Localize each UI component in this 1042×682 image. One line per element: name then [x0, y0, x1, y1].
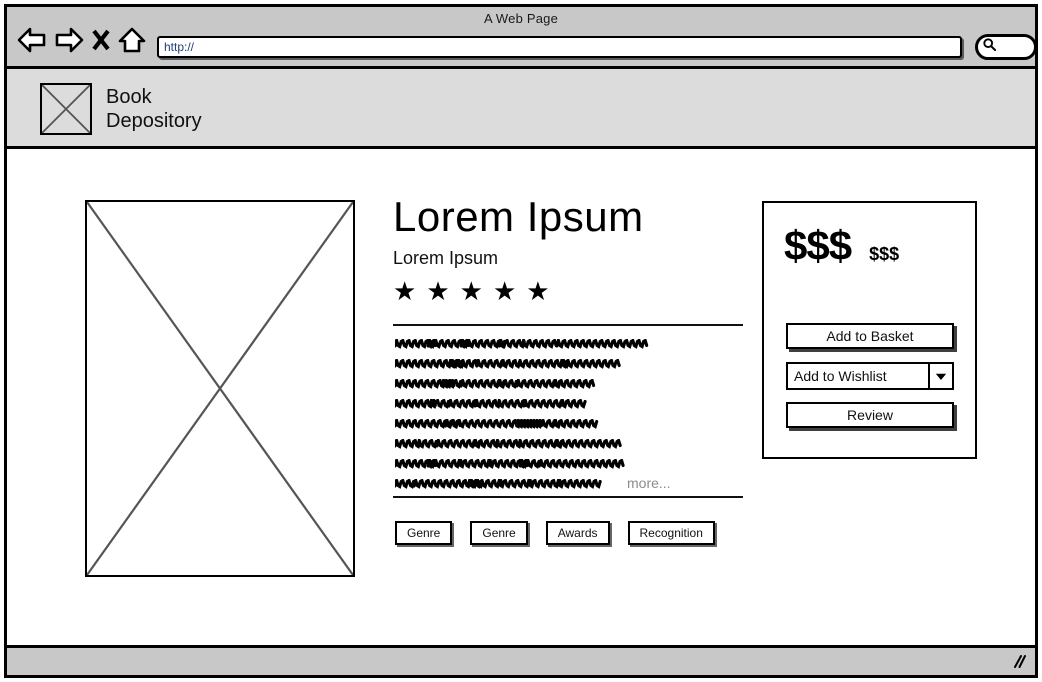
- product-subtitle: Lorem Ipsum: [393, 248, 499, 268]
- logo-placeholder-icon: [40, 83, 92, 135]
- add-to-wishlist-value: Add to Wishlist: [786, 362, 928, 390]
- more-link[interactable]: more...: [627, 475, 671, 491]
- star-icon[interactable]: ★: [426, 278, 449, 304]
- review-button[interactable]: Review: [786, 402, 954, 428]
- star-icon[interactable]: ★: [460, 278, 483, 304]
- brand[interactable]: Book Depository: [40, 83, 202, 135]
- back-arrow-icon[interactable]: [17, 27, 47, 53]
- scribble-text-line: [395, 359, 743, 369]
- purchase-panel: $$$ $$$ Add to Basket Add to Wishlist Re…: [762, 201, 977, 459]
- address-bar[interactable]: http://: [157, 36, 962, 58]
- divider-bottom: [393, 496, 743, 498]
- star-icon[interactable]: ★: [393, 278, 416, 304]
- price-previous: $$$: [869, 244, 900, 264]
- home-icon[interactable]: [118, 27, 146, 53]
- browser-search-box[interactable]: [975, 34, 1037, 60]
- book-cover-placeholder-icon: [85, 200, 355, 577]
- purchase-actions: Add to Basket Add to Wishlist Review: [786, 323, 954, 428]
- divider-top: [393, 324, 743, 326]
- window-title: A Web Page: [483, 11, 559, 26]
- search-icon: [983, 38, 997, 56]
- product-tags: Genre Genre Awards Recognition: [395, 521, 715, 545]
- star-icon[interactable]: ★: [526, 278, 549, 304]
- browser-nav-icons: [17, 27, 146, 53]
- product-page-body: Lorem Ipsum Lorem Ipsum ★ ★ ★ ★ ★ more... Ge…: [7, 149, 1035, 642]
- price-row: $$$ $$$: [784, 225, 899, 267]
- add-to-wishlist-dropdown[interactable]: Add to Wishlist: [786, 362, 954, 390]
- resize-grip-icon[interactable]: [1011, 653, 1027, 674]
- price-current: $$$: [784, 222, 852, 269]
- tag-button[interactable]: Awards: [545, 521, 610, 545]
- wireframe-mockup: A Web Page http:// Book Depository Lorem…: [0, 0, 1042, 682]
- product-title: Lorem Ipsum: [393, 193, 644, 240]
- brand-name: Book Depository: [106, 86, 202, 132]
- tag-button[interactable]: Genre: [395, 521, 453, 545]
- rating-stars[interactable]: ★ ★ ★ ★ ★: [393, 278, 745, 304]
- close-icon[interactable]: [91, 27, 111, 53]
- scribble-text-line: more...: [395, 475, 743, 491]
- tag-button[interactable]: Recognition: [627, 521, 715, 545]
- scribble-text-line: [395, 399, 743, 409]
- browser-chrome: A Web Page http://: [7, 7, 1037, 69]
- forward-arrow-icon[interactable]: [54, 27, 84, 53]
- product-description-scribble: more...: [395, 339, 743, 499]
- site-header: Book Depository Shop by Category search: [7, 69, 1035, 191]
- address-bar-value: http://: [164, 40, 195, 54]
- scribble-text-line: [395, 379, 743, 389]
- tag-button[interactable]: Genre: [470, 521, 528, 545]
- chevron-down-icon[interactable]: [928, 362, 954, 390]
- status-bar: [7, 645, 1035, 675]
- scribble-text-line: [395, 419, 743, 429]
- add-to-basket-button[interactable]: Add to Basket: [786, 323, 954, 349]
- scribble-text-line: [395, 439, 743, 449]
- browser-window: A Web Page http:// Book Depository Lorem…: [4, 4, 1038, 678]
- product-info: Lorem Ipsum Lorem Ipsum ★ ★ ★ ★ ★: [393, 193, 745, 304]
- scribble-text-line: [395, 339, 743, 349]
- scribble-text-line: [395, 459, 743, 469]
- star-icon[interactable]: ★: [493, 278, 516, 304]
